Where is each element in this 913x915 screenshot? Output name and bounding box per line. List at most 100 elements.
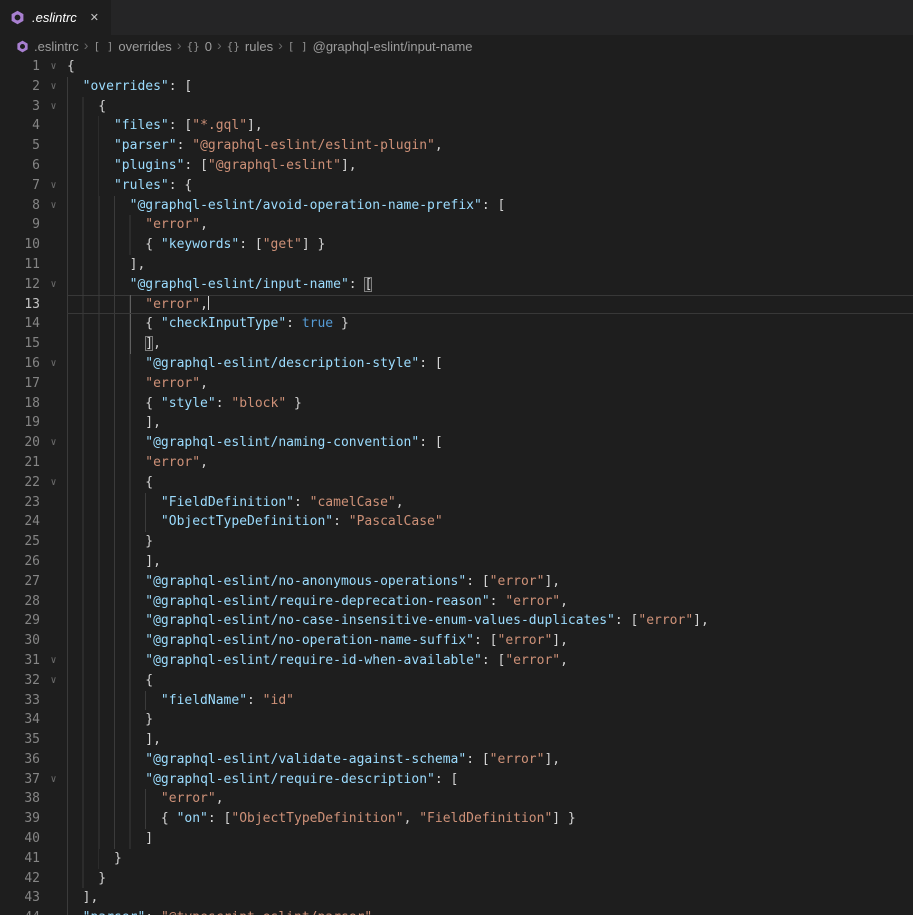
code-token: "block" <box>231 396 286 411</box>
code-line[interactable]: "@graphql-eslint/input-name": [ <box>67 275 913 295</box>
code-line[interactable]: "parser": "@graphql-eslint/eslint-plugin… <box>67 136 913 156</box>
code-token: "@graphql-eslint/validate-against-schema… <box>145 752 466 767</box>
code-token: "@graphql-eslint/require-id-when-availab… <box>145 653 482 668</box>
code-line[interactable]: ], <box>67 413 913 433</box>
code-line[interactable]: "parser": "@typescript-eslint/parser" <box>67 908 913 915</box>
breadcrumb-item[interactable]: {}rules <box>227 39 273 54</box>
code-token: "@graphql-eslint/no-anonymous-operations… <box>145 574 466 589</box>
fold-chevron-icon[interactable]: ∨ <box>40 196 67 216</box>
code-token: "@graphql-eslint/no-operation-name-suffi… <box>145 633 474 648</box>
fold-chevron-icon[interactable]: ∨ <box>40 354 67 374</box>
code-line[interactable]: "overrides": [ <box>67 77 913 97</box>
tab-eslintrc[interactable]: .eslintrc ✕ <box>0 0 111 35</box>
code-line[interactable]: ], <box>67 552 913 572</box>
breadcrumb-item[interactable]: [ ]overrides <box>93 39 171 54</box>
fold-gutter <box>40 136 67 156</box>
code-token: : [ <box>184 158 207 173</box>
code-token: "@graphql-eslint" <box>208 158 341 173</box>
code-token: ], <box>67 732 161 747</box>
code-line[interactable]: "FieldDefinition": "camelCase", <box>67 493 913 513</box>
code-token: "@typescript-eslint/parser" <box>161 910 372 915</box>
line-number: 27 <box>0 572 40 592</box>
code-token: "error" <box>145 376 200 391</box>
code-line[interactable]: "rules": { <box>67 176 913 196</box>
code-line[interactable]: ], <box>67 730 913 750</box>
code-line[interactable]: "plugins": ["@graphql-eslint"], <box>67 156 913 176</box>
code-line[interactable]: { <box>67 671 913 691</box>
code-line[interactable]: "@graphql-eslint/no-anonymous-operations… <box>67 572 913 592</box>
code-line[interactable]: "ObjectTypeDefinition": "PascalCase" <box>67 512 913 532</box>
code-row: 16∨ "@graphql-eslint/description-style":… <box>0 354 913 374</box>
code-line[interactable]: } <box>67 710 913 730</box>
code-row: 1∨{ <box>0 57 913 77</box>
code-token: "@graphql-eslint/no-case-insensitive-enu… <box>145 613 615 628</box>
code-token: "keywords" <box>161 237 239 252</box>
code-line[interactable]: { "keywords": ["get"] } <box>67 235 913 255</box>
breadcrumb-item[interactable]: [ ]@graphql-eslint/input-name <box>288 39 473 54</box>
code-line[interactable]: "@graphql-eslint/validate-against-schema… <box>67 750 913 770</box>
code-line[interactable]: "error", <box>67 789 913 809</box>
fold-chevron-icon[interactable]: ∨ <box>40 176 67 196</box>
fold-gutter <box>40 869 67 889</box>
code-line[interactable]: "@graphql-eslint/no-operation-name-suffi… <box>67 631 913 651</box>
code-line[interactable]: ], <box>67 888 913 908</box>
fold-gutter <box>40 532 67 552</box>
fold-chevron-icon[interactable]: ∨ <box>40 433 67 453</box>
code-row: 32∨ { <box>0 671 913 691</box>
code-line[interactable]: "fieldName": "id" <box>67 691 913 711</box>
code-token: } <box>67 851 122 866</box>
fold-chevron-icon[interactable]: ∨ <box>40 671 67 691</box>
code-line[interactable]: "error", <box>67 295 913 315</box>
code-line[interactable]: "error", <box>67 374 913 394</box>
line-number: 25 <box>0 532 40 552</box>
code-line[interactable]: "@graphql-eslint/description-style": [ <box>67 354 913 374</box>
code-line[interactable]: } <box>67 849 913 869</box>
code-token: : [ <box>474 633 497 648</box>
code-line[interactable]: } <box>67 869 913 889</box>
fold-gutter <box>40 235 67 255</box>
fold-chevron-icon[interactable]: ∨ <box>40 651 67 671</box>
code-line[interactable]: "@graphql-eslint/require-id-when-availab… <box>67 651 913 671</box>
code-line[interactable]: { "on": ["ObjectTypeDefinition", "FieldD… <box>67 809 913 829</box>
code-line[interactable]: "error", <box>67 453 913 473</box>
breadcrumb-item[interactable]: {}0 <box>186 39 211 54</box>
code-row: 3∨ { <box>0 97 913 117</box>
code-line[interactable]: ] <box>67 829 913 849</box>
code-token: , <box>404 811 420 826</box>
code-line[interactable]: "@graphql-eslint/no-case-insensitive-enu… <box>67 611 913 631</box>
code-token: , <box>200 455 208 470</box>
code-line[interactable]: "@graphql-eslint/require-deprecation-rea… <box>67 592 913 612</box>
code-line[interactable]: { <box>67 473 913 493</box>
fold-chevron-icon[interactable]: ∨ <box>40 57 67 77</box>
code-token <box>67 772 145 787</box>
code-token: : [ <box>419 435 442 450</box>
fold-chevron-icon[interactable]: ∨ <box>40 97 67 117</box>
code-line[interactable]: "@graphql-eslint/require-description": [ <box>67 770 913 790</box>
code-line[interactable]: { "style": "block" } <box>67 394 913 414</box>
code-line[interactable]: "@graphql-eslint/naming-convention": [ <box>67 433 913 453</box>
code-line[interactable]: } <box>67 532 913 552</box>
close-icon[interactable]: ✕ <box>90 11 99 24</box>
code-row: 17 "error", <box>0 374 913 394</box>
fold-gutter <box>40 374 67 394</box>
line-number: 38 <box>0 789 40 809</box>
code-line[interactable]: { <box>67 97 913 117</box>
fold-chevron-icon[interactable]: ∨ <box>40 473 67 493</box>
code-row: 12∨ "@graphql-eslint/input-name": [ <box>0 275 913 295</box>
code-line[interactable]: "files": ["*.gql"], <box>67 116 913 136</box>
code-line[interactable]: { "checkInputType": true } <box>67 314 913 334</box>
line-number: 2 <box>0 77 40 97</box>
fold-chevron-icon[interactable]: ∨ <box>40 77 67 97</box>
code-line[interactable]: ], <box>67 334 913 354</box>
code-line[interactable]: "error", <box>67 215 913 235</box>
code-token: ], <box>67 890 98 905</box>
code-line[interactable]: "@graphql-eslint/avoid-operation-name-pr… <box>67 196 913 216</box>
line-number: 7 <box>0 176 40 196</box>
code-token: "@graphql-eslint/input-name" <box>130 277 349 292</box>
breadcrumb-item[interactable]: .eslintrc <box>16 39 79 54</box>
code-line[interactable]: ], <box>67 255 913 275</box>
code-line[interactable]: { <box>67 57 913 77</box>
fold-chevron-icon[interactable]: ∨ <box>40 275 67 295</box>
text-cursor <box>208 295 210 310</box>
fold-chevron-icon[interactable]: ∨ <box>40 770 67 790</box>
